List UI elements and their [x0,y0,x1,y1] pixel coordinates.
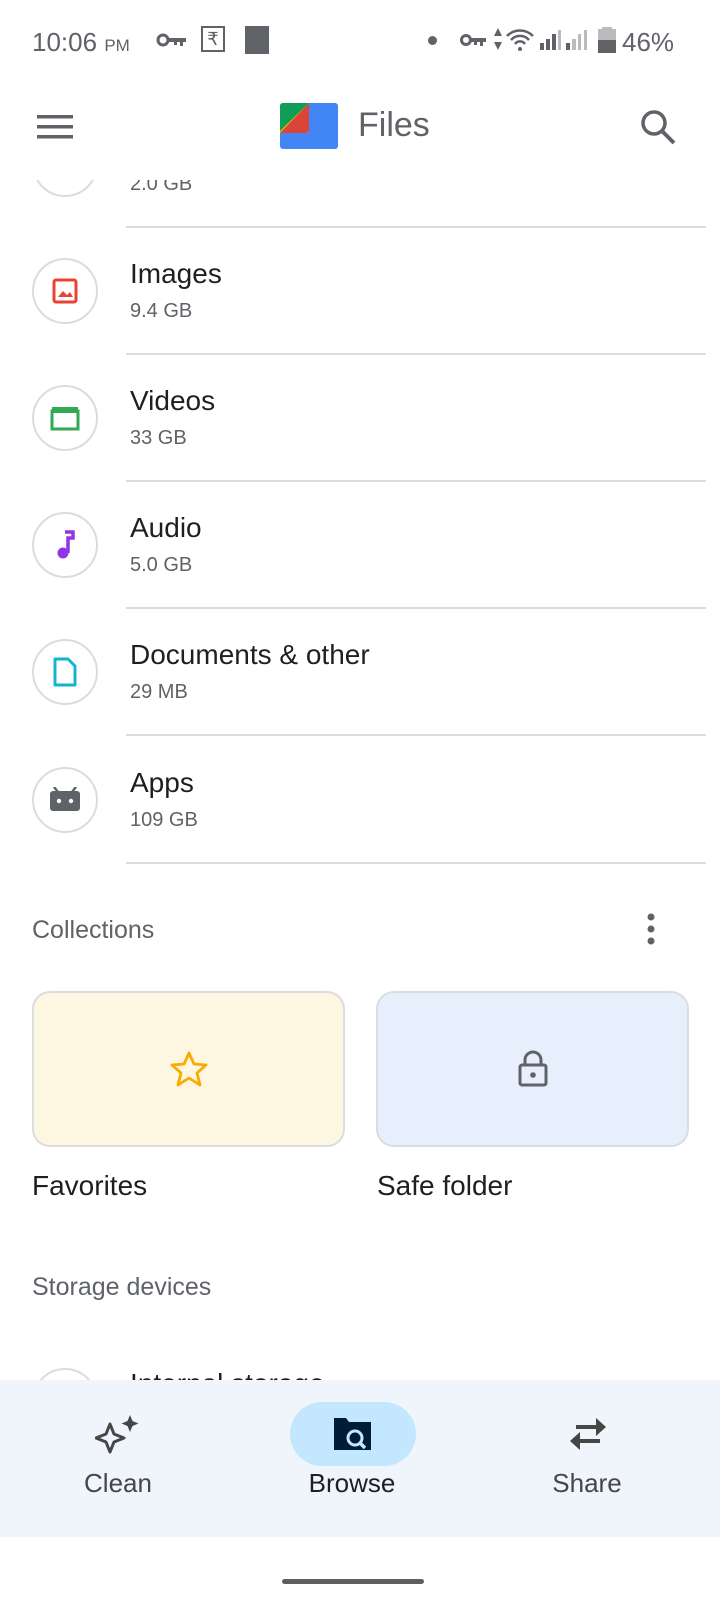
divider [126,734,706,736]
sparkle-icon [95,1415,139,1454]
category-row-documents[interactable]: Documents & other 29 MB [0,609,720,736]
nav-share[interactable]: Share [487,1380,687,1537]
clapperboard-icon [32,385,98,451]
wifi-icon [506,29,534,51]
folder-search-icon [334,1418,371,1450]
gesture-handle[interactable] [282,1579,424,1584]
storage-row-internal[interactable]: Internal storage [0,1338,720,1380]
category-row-downloads[interactable]: 2.0 GB [0,180,720,228]
storage-devices-heading: Storage devices [32,1273,212,1301]
document-icon [32,639,98,705]
bottom-navigation: Clean Browse Share [0,1380,720,1537]
rupee-notification-icon: ₹ [201,26,225,52]
data-arrows-icon [494,28,502,50]
files-logo [280,103,338,149]
battery-percent: 46% [622,27,675,57]
category-row-apps[interactable]: Apps 109 GB [0,737,720,864]
lock-icon [518,1050,547,1087]
collections-heading: Collections [32,916,155,944]
image-icon [32,258,98,324]
status-bar: 10:06 PM ₹ 46% [0,0,720,80]
music-note-icon [32,512,98,578]
category-row-videos[interactable]: Videos 33 GB [0,355,720,482]
category-row-images[interactable]: Images 9.4 GB [0,228,720,355]
download-icon [32,180,98,197]
vpn-key-icon [156,33,186,47]
favorites-label: Favorites [32,1170,148,1201]
safe-folder-card[interactable] [376,991,689,1147]
dot-icon [428,36,437,45]
hamburger-icon[interactable] [37,113,75,141]
phone-storage-icon [32,1368,98,1380]
vpn-key-icon [460,34,486,46]
app-notification-icon [245,26,269,54]
category-row-audio[interactable]: Audio 5.0 GB [0,482,720,609]
battery-icon [598,27,616,53]
search-icon[interactable] [640,109,678,147]
favorites-card[interactable] [32,991,345,1147]
more-options-icon[interactable] [645,912,657,946]
nav-browse[interactable]: Browse [252,1380,452,1537]
star-icon [170,1051,207,1087]
app-title: Files [358,106,430,144]
clock: 10:06 PM [32,27,130,57]
android-icon [32,767,98,833]
nav-clean[interactable]: Clean [18,1380,218,1537]
swap-arrows-icon [570,1418,606,1450]
safe-folder-label: Safe folder [377,1170,513,1201]
browse-content[interactable]: 2.0 GB Images 9.4 GB Videos 33 GB Audio … [0,180,720,1380]
signal-icon [540,30,587,50]
divider [126,862,706,864]
